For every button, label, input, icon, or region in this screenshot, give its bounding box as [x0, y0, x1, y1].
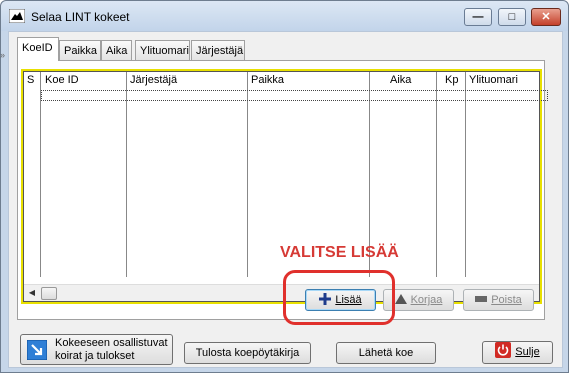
- column-divider: [126, 72, 127, 277]
- column-header-s[interactable]: S: [24, 72, 40, 88]
- column-divider: [436, 72, 437, 277]
- column-header-koe-id[interactable]: Koe ID: [42, 72, 128, 88]
- grid-body: S Koe ID Järjestäjä Paikka Aika Kp Ylitu…: [23, 71, 548, 302]
- participants-button[interactable]: Kokeeseen osallistuvat koirat ja tulokse…: [20, 334, 173, 365]
- tab-aika[interactable]: Aika: [101, 40, 132, 60]
- delete-button-label: Poista: [491, 294, 522, 306]
- close-button-label: Sulje: [515, 346, 540, 358]
- dog-app-icon: [9, 9, 25, 23]
- participants-line-2: koirat ja tulokset: [55, 350, 135, 362]
- tab-ylituomari[interactable]: Ylituomari: [135, 40, 190, 60]
- tab-label: Aika: [106, 45, 128, 57]
- column-divider: [40, 72, 41, 277]
- highlight-ring: [283, 270, 395, 325]
- triangle-up-icon: [394, 294, 407, 304]
- column-divider: [247, 72, 248, 277]
- tab-label: KoeID: [22, 42, 53, 54]
- tab-jarjestaja[interactable]: Järjestäjä: [191, 40, 245, 60]
- scroll-left-icon[interactable]: ◀: [24, 285, 40, 301]
- instruction-annotation: VALITSE LISÄÄ: [280, 244, 399, 261]
- results-grid[interactable]: S Koe ID Järjestäjä Paikka Aika Kp Ylitu…: [21, 69, 548, 304]
- column-header-ylituomari[interactable]: Ylituomari: [466, 72, 546, 88]
- print-protocol-label: Tulosta koepöytäkirja: [195, 347, 300, 359]
- minimize-icon: —: [472, 11, 484, 23]
- tab-panel: S Koe ID Järjestäjä Paikka Aika Kp Ylitu…: [17, 60, 548, 320]
- title-bar[interactable]: Selaa LINT kokeet — □ ✕: [1, 1, 568, 31]
- minus-icon: [475, 296, 488, 302]
- column-header-aika[interactable]: Aika: [370, 72, 436, 88]
- arrow-down-right-icon: [27, 340, 47, 360]
- participants-line-1: Kokeeseen osallistuvat: [55, 337, 168, 349]
- close-icon: ✕: [541, 11, 551, 23]
- new-row-placeholder[interactable]: [41, 90, 548, 101]
- tab-paikka[interactable]: Paikka: [59, 40, 101, 60]
- maximize-button[interactable]: □: [498, 8, 526, 26]
- column-header-jarjestaja[interactable]: Järjestäjä: [127, 72, 247, 88]
- send-label: Lähetä koe: [358, 347, 414, 359]
- tab-koeid[interactable]: KoeID: [17, 37, 59, 61]
- print-protocol-button[interactable]: Tulosta koepöytäkirja: [184, 342, 311, 364]
- tab-label: Järjestäjä: [196, 45, 244, 57]
- close-button[interactable]: Sulje: [482, 341, 553, 364]
- maximize-icon: □: [508, 11, 516, 23]
- close-window-button[interactable]: ✕: [531, 8, 561, 26]
- column-divider: [465, 72, 466, 277]
- tab-label: Ylituomari: [140, 45, 189, 57]
- delete-button[interactable]: Poista: [463, 289, 534, 311]
- window-title: Selaa LINT kokeet: [31, 10, 130, 24]
- column-header-kp[interactable]: Kp: [437, 72, 465, 88]
- edit-button-label: Korjaa: [410, 294, 443, 306]
- send-button[interactable]: Lähetä koe: [336, 342, 436, 364]
- column-header-paikka[interactable]: Paikka: [248, 72, 368, 88]
- tab-label: Paikka: [64, 45, 98, 57]
- power-icon: [495, 342, 512, 358]
- row-marker: »: [0, 50, 6, 60]
- minimize-button[interactable]: —: [464, 8, 492, 26]
- horizontal-scrollbar[interactable]: ◀ ▶: [24, 284, 539, 301]
- scroll-thumb[interactable]: [41, 287, 57, 300]
